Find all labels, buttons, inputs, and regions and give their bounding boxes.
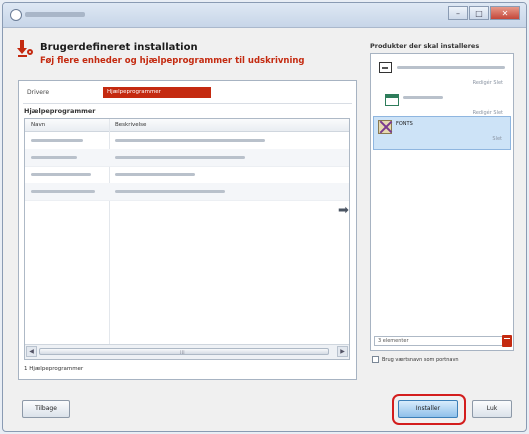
column-header-name[interactable]: Navn	[31, 122, 45, 128]
close-button[interactable]: Luk	[472, 400, 512, 418]
utilities-label: Hjælpeprogrammer	[24, 107, 96, 115]
product-item-fonts[interactable]: FONTS Slet	[373, 116, 511, 150]
utilities-panel: Drivere Hjælpeprogrammer Hjælpeprogramme…	[18, 80, 357, 380]
table-header: Navn Beskrivelse	[25, 119, 349, 132]
product-actions[interactable]: Redigér Slet	[473, 80, 503, 86]
products-title: Produkter der skal installeres	[370, 42, 480, 50]
drivers-label: Drivere	[27, 89, 50, 96]
page-subtitle: Føj flere enheder og hjælpeprogrammer ti…	[40, 56, 305, 66]
product-name: FONTS	[396, 121, 413, 127]
drivers-selector[interactable]: Hjælpeprogrammer	[103, 87, 211, 98]
products-panel: Redigér Slet Redigér Slet FONTS Slet 3 e…	[370, 53, 514, 351]
table-row[interactable]	[25, 183, 349, 201]
column-header-description[interactable]: Beskrivelse	[115, 122, 146, 128]
hostname-checkbox-row[interactable]: Brug værtsnavn som portnavn	[372, 356, 459, 363]
close-window-button[interactable]: ✕	[490, 6, 520, 20]
window-controls: – □ ✕	[448, 6, 520, 20]
utilities-count: 1 Hjælpeprogrammer	[24, 366, 84, 372]
scroll-left-icon[interactable]: ◀	[26, 346, 37, 357]
hostname-checkbox-label: Brug værtsnavn som portnavn	[382, 357, 459, 363]
maximize-button[interactable]: □	[469, 6, 489, 20]
utilities-table: Navn Beskrivelse ◀ ⁞⁞⁞ ▶	[24, 118, 350, 360]
selection-summary: 3 elementer	[374, 335, 512, 347]
title-bar: – □ ✕	[3, 3, 526, 28]
back-button[interactable]: Tilbage	[22, 400, 70, 418]
selection-count: 3 elementer	[378, 338, 409, 344]
scrollbar-thumb[interactable]: ⁞⁞⁞	[39, 348, 329, 356]
window-icon	[385, 94, 399, 106]
fonts-icon	[378, 120, 392, 134]
trash-icon[interactable]	[502, 335, 512, 347]
table-row[interactable]	[25, 166, 349, 184]
install-highlight-ring	[392, 394, 466, 425]
page-title: Brugerdefineret installation	[40, 42, 198, 53]
download-install-icon	[17, 40, 34, 58]
printer-icon	[379, 62, 392, 73]
hostname-checkbox[interactable]	[372, 356, 379, 363]
product-delete-link[interactable]: Slet	[492, 136, 502, 142]
horizontal-scrollbar[interactable]: ◀ ⁞⁞⁞ ▶	[25, 344, 349, 359]
page-header: Brugerdefineret installation Føj flere e…	[17, 36, 358, 72]
window-title	[25, 12, 85, 17]
divider	[23, 103, 352, 104]
table-row[interactable]	[25, 149, 349, 167]
table-row[interactable]	[25, 132, 349, 150]
add-to-products-arrow-icon[interactable]: ➡	[338, 203, 349, 218]
app-icon	[10, 9, 22, 21]
minimize-button[interactable]: –	[448, 6, 468, 20]
scroll-right-icon[interactable]: ▶	[337, 346, 348, 357]
